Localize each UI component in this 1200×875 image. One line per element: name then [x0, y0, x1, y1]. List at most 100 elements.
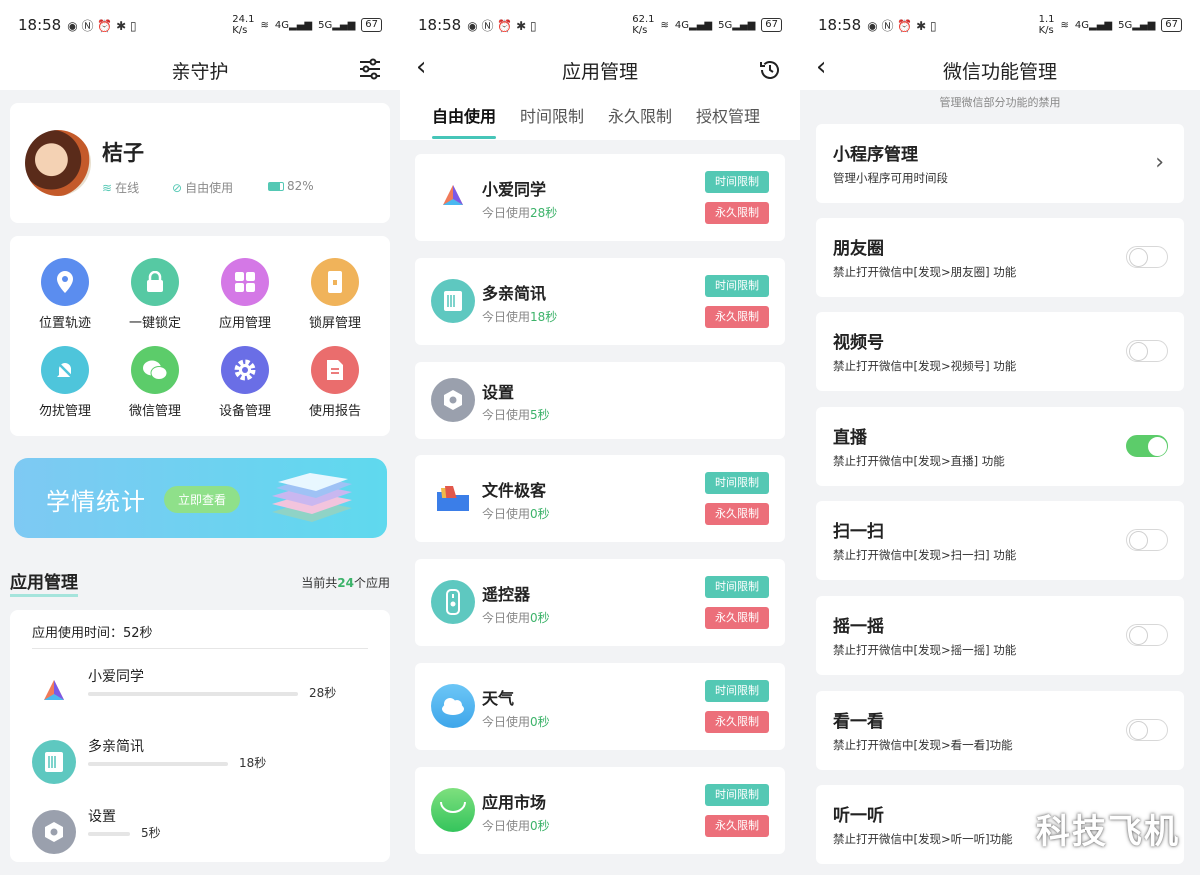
- mode-status: ⊘ 自由使用: [172, 180, 234, 196]
- grid-item-dnd[interactable]: 勿扰管理: [20, 346, 110, 419]
- today-usage: 今日使用18秒: [482, 310, 558, 324]
- usage-total: 应用使用时间：52秒: [32, 626, 153, 641]
- hint-text: 管理微信部分功能的禁用: [800, 90, 1200, 115]
- grid-item-location[interactable]: 位置轨迹: [20, 258, 110, 331]
- app-name: 小爱同学: [88, 669, 144, 685]
- feature-desc: 管理小程序可用时间段: [833, 171, 948, 185]
- time-limit-button[interactable]: 时间限制: [705, 784, 769, 806]
- miniprogram-management-row[interactable]: 小程序管理 管理小程序可用时间段 ›: [816, 124, 1184, 203]
- status-right: 1.1 K/s ≋ 4G▂▄▆ 5G▂▄▆ 67: [1039, 14, 1182, 36]
- feature-title: 扫一扫: [833, 522, 884, 542]
- child-profile-card[interactable]: 桔子 ≋ 在线 ⊘ 自由使用 82%: [10, 103, 390, 223]
- tab-time-limit[interactable]: 时间限制: [520, 103, 584, 127]
- grid-item-apps[interactable]: 应用管理: [200, 258, 290, 331]
- status-right: 62.1 K/s ≋ 4G▂▄▆ 5G▂▄▆ 67: [632, 14, 782, 36]
- channels-toggle[interactable]: [1126, 340, 1168, 362]
- list-item[interactable]: 多亲简讯 今日使用18秒 时间限制 永久限制: [415, 258, 785, 345]
- back-chevron-icon[interactable]: ‹: [816, 52, 826, 82]
- list-item[interactable]: 应用市场 今日使用0秒 时间限制 永久限制: [415, 767, 785, 854]
- top-nav: ‹ 应用管理: [400, 50, 800, 90]
- live-toggle[interactable]: [1126, 435, 1168, 457]
- today-usage: 今日使用0秒: [482, 819, 550, 833]
- wifi-icon: ≋: [102, 180, 113, 195]
- app-name: 应用市场: [482, 793, 547, 812]
- permanent-limit-button[interactable]: 永久限制: [705, 815, 769, 837]
- permanent-limit-button[interactable]: 永久限制: [705, 503, 769, 525]
- today-usage: 今日使用28秒: [482, 206, 558, 220]
- moments-toggle[interactable]: [1126, 246, 1168, 268]
- grid-item-report[interactable]: 使用报告: [290, 346, 380, 419]
- tab-authorization[interactable]: 授权管理: [696, 103, 760, 127]
- app-name: 小爱同学: [482, 180, 547, 199]
- usage-time: 28秒: [309, 686, 337, 700]
- feature-row-live: 直播 禁止打开微信中[发现>直播] 功能: [816, 407, 1184, 486]
- time-limit-button[interactable]: 时间限制: [705, 275, 769, 297]
- wifi-icon: ≋: [660, 19, 669, 31]
- today-usage: 今日使用0秒: [482, 715, 550, 729]
- grid-item-wechat[interactable]: 微信管理: [110, 346, 200, 419]
- feature-title: 视频号: [833, 333, 884, 353]
- settings-sliders-icon[interactable]: [358, 58, 382, 85]
- top-stories-toggle[interactable]: [1126, 719, 1168, 741]
- list-item[interactable]: 多亲简讯 18秒: [32, 736, 372, 786]
- app-name: 遥控器: [482, 585, 531, 604]
- watermark: 科技飞机: [1036, 812, 1180, 852]
- lockscreen-icon: [311, 258, 359, 306]
- usage-time: 18秒: [239, 756, 267, 770]
- feature-desc: 禁止打开微信中[发现>直播] 功能: [833, 454, 1005, 468]
- feature-desc: 禁止打开微信中[发现>听一听]功能: [833, 832, 1013, 846]
- app-name: 设置: [482, 383, 515, 402]
- shake-toggle[interactable]: [1126, 624, 1168, 646]
- permanent-limit-button[interactable]: 永久限制: [705, 306, 769, 328]
- permanent-limit-button[interactable]: 永久限制: [705, 711, 769, 733]
- gear-icon: [221, 346, 269, 394]
- scan-toggle[interactable]: [1126, 529, 1168, 551]
- battery-icon: [268, 181, 284, 191]
- time-limit-button[interactable]: 时间限制: [705, 171, 769, 193]
- chevron-right-icon: ›: [1155, 150, 1164, 175]
- list-item[interactable]: 天气 今日使用0秒 时间限制 永久限制: [415, 663, 785, 750]
- time-limit-button[interactable]: 时间限制: [705, 680, 769, 702]
- list-item[interactable]: 设置 今日使用5秒: [415, 362, 785, 439]
- wechat-icon: [131, 346, 179, 394]
- lock-icon: [131, 258, 179, 306]
- feature-title: 看一看: [833, 712, 884, 732]
- list-item[interactable]: 小爱同学 28秒: [32, 666, 372, 716]
- tab-free-use[interactable]: 自由使用: [432, 103, 497, 139]
- app-management-section-header: 应用管理 当前共24个应用: [10, 568, 390, 598]
- phone-screen-wechat-management: 18:58 ◉ Ⓝ ⏰ ✱ ▯ 1.1 K/s ≋ 4G▂▄▆ 5G▂▄▆ 67 …: [800, 0, 1200, 875]
- time-limit-button[interactable]: 时间限制: [705, 576, 769, 598]
- list-item[interactable]: 小爱同学 今日使用28秒 时间限制 永久限制: [415, 154, 785, 241]
- tab-permanent-limit[interactable]: 永久限制: [608, 103, 672, 127]
- list-item[interactable]: 设置 5秒: [32, 806, 372, 856]
- time-limit-button[interactable]: 时间限制: [705, 472, 769, 494]
- feature-row-shake: 摇一摇 禁止打开微信中[发现>摇一摇] 功能: [816, 596, 1184, 675]
- settings-app-icon: [431, 378, 475, 422]
- signal-icon: 4G▂▄▆: [1074, 19, 1113, 31]
- status-bar: 18:58 ◉ Ⓝ ⏰ ✱ ▯ 1.1 K/s ≋ 4G▂▄▆ 5G▂▄▆ 67: [800, 0, 1200, 50]
- weather-app-icon: [431, 684, 475, 728]
- history-clock-icon[interactable]: [758, 58, 782, 87]
- view-now-button[interactable]: 立即查看: [164, 486, 241, 513]
- back-chevron-icon[interactable]: ‹: [416, 52, 426, 82]
- function-grid: 位置轨迹 一键锁定 应用管理 锁屏管理 勿扰管理 微信管理 设备管理 使用报告: [10, 236, 390, 436]
- books-illustration: [266, 472, 356, 528]
- status-bar: 18:58 ◉ Ⓝ ⏰ ✱ ▯ 62.1 K/s ≋ 4G▂▄▆ 5G▂▄▆ 67: [400, 0, 800, 50]
- study-stats-banner[interactable]: 学情统计 立即查看: [14, 458, 387, 538]
- signal-icon-2: 5G▂▄▆: [318, 19, 356, 31]
- feature-title: 听一听: [833, 806, 884, 826]
- grid-item-lock[interactable]: 一键锁定: [110, 258, 200, 331]
- feature-title: 摇一摇: [833, 617, 884, 637]
- net-speed: 1.1 K/s: [1038, 14, 1055, 36]
- permanent-limit-button[interactable]: 永久限制: [705, 607, 769, 629]
- grid-item-lockscreen[interactable]: 锁屏管理: [290, 258, 380, 331]
- grid-item-device[interactable]: 设备管理: [200, 346, 290, 419]
- status-icons: ◉ Ⓝ ⏰ ✱ ▯: [67, 18, 137, 33]
- feature-row-scan: 扫一扫 禁止打开微信中[发现>扫一扫] 功能: [816, 501, 1184, 580]
- permanent-limit-button[interactable]: 永久限制: [705, 202, 769, 224]
- feature-desc: 禁止打开微信中[发现>视频号] 功能: [833, 359, 1017, 373]
- list-item[interactable]: 遥控器 今日使用0秒 时间限制 永久限制: [415, 559, 785, 646]
- settings-app-icon: [32, 810, 76, 854]
- status-time: 18:58: [18, 16, 62, 34]
- list-item[interactable]: 文件极客 今日使用0秒 时间限制 永久限制: [415, 455, 785, 542]
